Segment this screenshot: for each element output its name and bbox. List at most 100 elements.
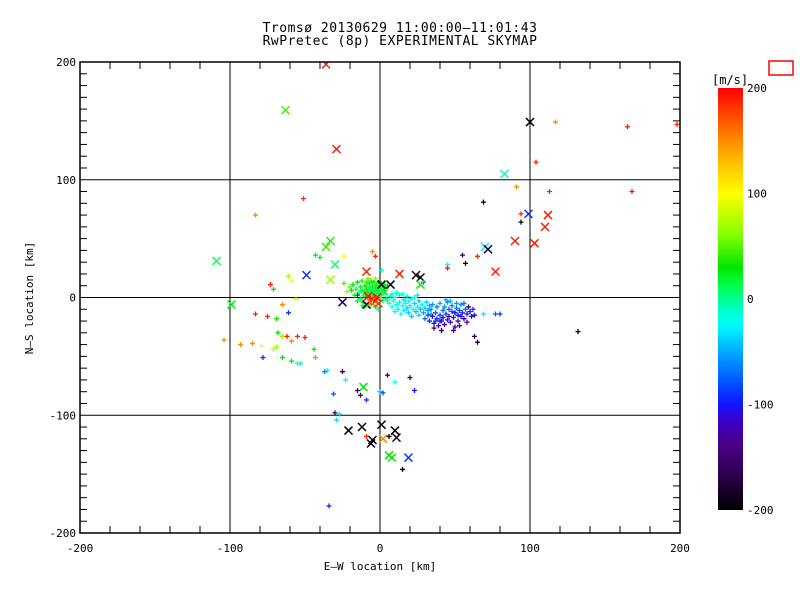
scatter-point-plus	[341, 253, 347, 259]
scatter-point-plus	[422, 316, 428, 322]
scatter-point-plus	[293, 296, 299, 302]
scatter-point-plus	[353, 286, 359, 292]
scatter-point-plus	[475, 253, 480, 259]
scatter-point-plus	[311, 346, 317, 352]
scatter-point-plus	[674, 121, 680, 127]
x-axis-label: E–W location [km]	[324, 560, 437, 573]
scatter-point-plus	[313, 355, 318, 361]
plot-subtitle: RwPretec (8p) EXPERIMENTAL SKYMAP	[263, 34, 538, 49]
scatter-point-plus	[286, 310, 291, 316]
scatter-point-x	[337, 297, 348, 307]
scatter-point-x	[540, 222, 550, 232]
scatter-point-plus	[334, 417, 339, 423]
scatter-point-plus	[389, 304, 395, 310]
scatter-point-plus	[533, 159, 539, 165]
scatter-point-plus	[439, 327, 444, 333]
scatter-point-plus	[253, 311, 258, 317]
scatter-point-plus	[547, 189, 552, 195]
scatter-point-plus	[460, 252, 465, 258]
scatter-point-plus	[454, 300, 459, 306]
y-axis-label: N–S location [km]	[23, 242, 36, 355]
scatter-point-x	[331, 144, 342, 154]
scatter-point-plus	[431, 325, 437, 331]
scatter-point-plus	[286, 273, 291, 279]
scatter-point-plus	[455, 318, 461, 324]
colorbar-unit-label: [m/s]	[712, 73, 748, 87]
scatter-point-x	[330, 259, 340, 270]
skymap-page: Tromsø 20130629 11:00:00–11:01:43 RwPret…	[0, 0, 800, 600]
scatter-point-x	[226, 300, 237, 310]
scatter-point-plus	[497, 311, 503, 317]
scatter-point-x	[357, 422, 367, 432]
scatter-point-plus	[355, 279, 360, 285]
scatter-point-plus	[341, 280, 347, 286]
scatter-point-plus	[518, 219, 524, 225]
scatter-point-plus	[385, 372, 390, 378]
scatter-point-plus	[295, 333, 300, 339]
scatter-point-plus	[344, 289, 350, 295]
scatter-point-plus	[421, 310, 426, 316]
scatter-point-plus	[268, 282, 273, 288]
scatter-point-plus	[434, 304, 440, 310]
scatter-point-plus	[412, 300, 417, 306]
scatter-point-x	[391, 433, 402, 443]
scatter-point-plus	[481, 199, 486, 205]
y-tick-label: 0	[69, 292, 76, 305]
scatter-point-plus	[331, 391, 336, 397]
scatter-point-x	[280, 105, 291, 115]
scatter-point-x	[343, 426, 354, 436]
scatter-point-plus	[280, 355, 285, 361]
scatter-point-plus	[518, 211, 524, 217]
x-tick-label: -100	[217, 542, 244, 555]
scatter-point-x	[510, 236, 520, 246]
x-tick-label: -200	[67, 542, 94, 555]
scatter-point-x	[394, 269, 405, 279]
scatter-point-plus	[275, 330, 281, 336]
scatter-point-plus	[340, 369, 345, 375]
scatter-point-x	[361, 267, 372, 277]
y-tick-label: 100	[56, 174, 76, 187]
scatter-point-x	[529, 238, 540, 248]
scatter-point-plus	[317, 254, 323, 260]
scatter-point-x	[490, 267, 501, 277]
scatter-point-x	[321, 242, 331, 252]
scatter-point-plus	[463, 260, 468, 266]
scatter-point-plus	[472, 333, 477, 339]
y-tick-label: -100	[50, 409, 77, 422]
y-tick-label: -200	[50, 527, 77, 540]
x-tick-label: 100	[520, 542, 540, 555]
scatter-point-plus	[298, 360, 303, 366]
scatter-point-x	[211, 256, 222, 266]
scatter-point-x	[301, 270, 312, 280]
scatter-point-plus	[259, 343, 264, 349]
scatter-point-plus	[337, 411, 342, 417]
x-tick-label: 200	[670, 542, 690, 555]
colorbar-max-marker	[768, 60, 794, 76]
x-tick-label: 0	[377, 542, 384, 555]
scatter-point-plus	[343, 377, 348, 383]
scatter-point-plus	[406, 310, 411, 316]
scatter-point-plus	[407, 375, 413, 381]
scatter-point-x	[499, 169, 510, 179]
scatter-point-plus	[514, 184, 519, 190]
scatter-point-plus	[302, 335, 308, 341]
scatter-point-x	[403, 453, 414, 463]
x-tick-labels: -200 -100 0 100 200	[67, 542, 690, 555]
scatter-point-plus	[221, 337, 227, 343]
scatter-point-x	[376, 420, 387, 430]
scatter-point-plus	[253, 212, 258, 218]
y-tick-label: 200	[56, 56, 76, 69]
y-tick-labels: -200 -100 0 100 200	[50, 56, 77, 540]
scatter-point-plus	[359, 278, 365, 284]
scatter-point-plus	[392, 379, 398, 385]
scatter-point-plus	[412, 388, 417, 394]
scatter-point-x	[390, 426, 400, 436]
scatter-point-plus	[575, 329, 581, 335]
scatter-point-plus	[449, 303, 455, 309]
scatter-point-plus	[260, 355, 266, 361]
scatter-point-plus	[553, 119, 558, 125]
scatter-point-plus	[416, 298, 422, 304]
colorbar-tick-label: -100	[747, 399, 774, 412]
scatter-point-plus	[457, 323, 462, 329]
scatter-point-plus	[274, 316, 279, 322]
